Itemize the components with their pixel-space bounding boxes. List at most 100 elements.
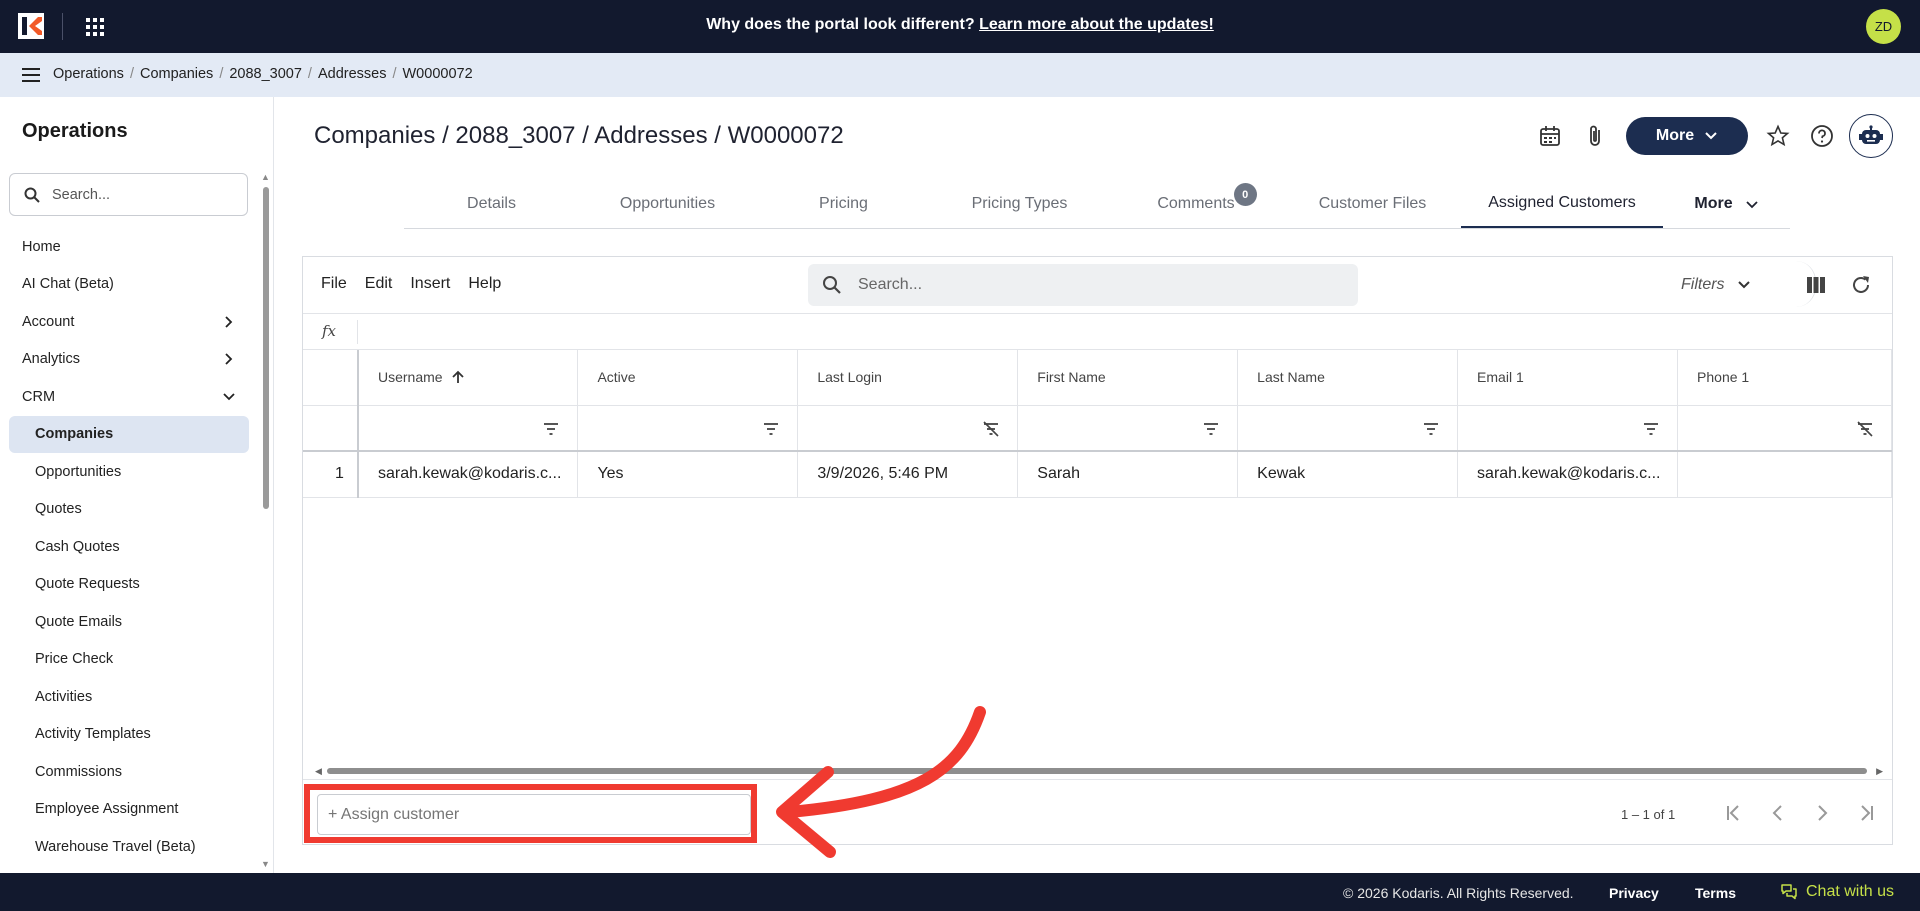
filter-off-icon[interactable] (982, 420, 1000, 437)
formula-divider (357, 320, 358, 344)
sidebar-item-ai-chat[interactable]: AI Chat (Beta) (0, 266, 258, 304)
tab-assigned-customers[interactable]: Assigned Customers (1461, 180, 1663, 228)
column-header-phone[interactable]: Phone 1 (1677, 350, 1892, 406)
cell-phone[interactable] (1677, 451, 1892, 498)
filter-icon[interactable] (1642, 421, 1660, 437)
previous-page-icon[interactable] (1767, 802, 1789, 824)
sidebar-item-opportunities[interactable]: Opportunities (0, 453, 258, 491)
filter-icon[interactable] (762, 421, 780, 437)
star-icon[interactable] (1766, 124, 1790, 148)
formula-bar[interactable]: fx (303, 313, 1892, 350)
filter-icon[interactable] (1202, 421, 1220, 437)
menu-insert[interactable]: Insert (410, 275, 450, 293)
horizontal-scrollbar[interactable]: ◀ ▶ (315, 766, 1883, 777)
cell-last-login[interactable]: 3/9/2026, 5:46 PM (797, 451, 1019, 498)
column-header-username[interactable]: Username (357, 350, 579, 406)
terms-link[interactable]: Terms (1695, 885, 1736, 901)
filter-cell[interactable] (797, 405, 1019, 452)
first-page-icon[interactable] (1723, 802, 1745, 824)
grid-search-input[interactable]: Search... (808, 264, 1358, 306)
search-icon (823, 276, 841, 294)
next-page-icon[interactable] (1811, 802, 1833, 824)
menu-help[interactable]: Help (468, 275, 501, 293)
privacy-link[interactable]: Privacy (1609, 885, 1659, 901)
tab-customer-files[interactable]: Customer Files (1284, 180, 1461, 228)
sidebar-item-quote-requests[interactable]: Quote Requests (0, 566, 258, 604)
last-page-icon[interactable] (1855, 802, 1877, 824)
chat-with-us-button[interactable]: Chat with us (1780, 883, 1894, 901)
assign-customer-input[interactable] (317, 794, 751, 835)
column-header-email[interactable]: Email 1 (1457, 350, 1679, 406)
sidebar-scrollbar[interactable] (263, 187, 269, 509)
filter-cell[interactable] (1017, 405, 1239, 452)
banner-learn-more-link[interactable]: Learn more about the updates! (979, 16, 1214, 33)
sidebar-item-cash-quotes[interactable]: Cash Quotes (0, 528, 258, 566)
paperclip-icon[interactable] (1583, 124, 1607, 148)
tab-pricing-types[interactable]: Pricing Types (931, 180, 1108, 228)
sidebar-item-price-check[interactable]: Price Check (0, 641, 258, 679)
scroll-right-arrow-icon[interactable]: ▶ (1876, 766, 1883, 777)
sidebar-item-commissions[interactable]: Commissions (0, 753, 258, 791)
column-header-first-name[interactable]: First Name (1017, 350, 1239, 406)
cell-last-name[interactable]: Kewak (1237, 451, 1459, 498)
cell-username[interactable]: sarah.kewak@kodaris.c... (357, 451, 579, 498)
sidebar-item-account[interactable]: Account (0, 303, 258, 341)
horizontal-scrollbar-thumb[interactable] (327, 768, 1867, 774)
sidebar-item-analytics[interactable]: Analytics (0, 341, 258, 379)
tab-details[interactable]: Details (404, 180, 579, 228)
hamburger-menu-icon[interactable] (22, 67, 40, 83)
sidebar-item-label: Account (22, 313, 75, 330)
sidebar-item-quotes[interactable]: Quotes (0, 491, 258, 529)
more-actions-button[interactable]: More (1626, 117, 1748, 155)
filter-cell[interactable] (357, 405, 579, 452)
scroll-up-arrow-icon[interactable]: ▲ (261, 172, 270, 182)
breadcrumb-item[interactable]: Addresses (318, 66, 387, 82)
breadcrumb-item[interactable]: Operations (53, 66, 124, 82)
column-header-last-name[interactable]: Last Name (1237, 350, 1459, 406)
grid-footer: 1 – 1 of 1 (303, 779, 1892, 845)
ai-assistant-button[interactable] (1849, 114, 1893, 158)
filter-icon[interactable] (1422, 421, 1440, 437)
sidebar-search-input[interactable]: Search... (9, 173, 248, 216)
sidebar-item-companies[interactable]: Companies (9, 415, 249, 453)
filters-dropdown[interactable]: Filters (1681, 276, 1751, 294)
sidebar-item-crm[interactable]: CRM (0, 378, 258, 416)
filter-cell[interactable] (1677, 405, 1892, 452)
breadcrumb-item[interactable]: 2088_3007 (229, 66, 302, 82)
refresh-icon[interactable] (1850, 274, 1872, 296)
filter-cell[interactable] (1457, 405, 1679, 452)
sidebar-item-home[interactable]: Home (0, 228, 258, 266)
tab-bar: Details Opportunities Pricing Pricing Ty… (404, 180, 1790, 229)
sidebar-item-activities[interactable]: Activities (0, 678, 258, 716)
table-row[interactable]: 1 sarah.kewak@kodaris.c... Yes 3/9/2026,… (303, 451, 1892, 498)
breadcrumb-item[interactable]: W0000072 (403, 66, 473, 82)
filter-icon[interactable] (542, 421, 560, 437)
row-number: 1 (303, 451, 359, 498)
column-header-active[interactable]: Active (577, 350, 799, 406)
breadcrumb-item[interactable]: Companies (140, 66, 213, 82)
sidebar-item-employee-assignment[interactable]: Employee Assignment (0, 791, 258, 829)
cell-email[interactable]: sarah.kewak@kodaris.c... (1457, 451, 1679, 498)
filter-cell[interactable] (577, 405, 799, 452)
filter-cell[interactable] (1237, 405, 1459, 452)
sidebar-item-quote-emails[interactable]: Quote Emails (0, 603, 258, 641)
tab-comments[interactable]: Comments 0 (1108, 180, 1284, 228)
menu-file[interactable]: File (321, 275, 347, 293)
user-avatar[interactable]: ZD (1866, 9, 1901, 44)
sidebar-item-warehouse-travel[interactable]: Warehouse Travel (Beta) (0, 828, 258, 866)
calendar-icon[interactable] (1538, 124, 1562, 148)
scroll-down-arrow-icon[interactable]: ▼ (261, 859, 270, 869)
filter-off-icon[interactable] (1856, 420, 1874, 437)
sidebar-item-activity-templates[interactable]: Activity Templates (0, 716, 258, 754)
scroll-left-arrow-icon[interactable]: ◀ (315, 766, 322, 777)
columns-icon[interactable] (1805, 274, 1827, 296)
sidebar-title: Operations (22, 120, 128, 142)
tab-more[interactable]: More (1663, 180, 1790, 228)
tab-opportunities[interactable]: Opportunities (579, 180, 756, 228)
cell-active[interactable]: Yes (577, 451, 799, 498)
help-icon[interactable] (1810, 124, 1834, 148)
cell-first-name[interactable]: Sarah (1017, 451, 1239, 498)
column-header-last-login[interactable]: Last Login (797, 350, 1019, 406)
tab-pricing[interactable]: Pricing (756, 180, 931, 228)
menu-edit[interactable]: Edit (365, 275, 393, 293)
